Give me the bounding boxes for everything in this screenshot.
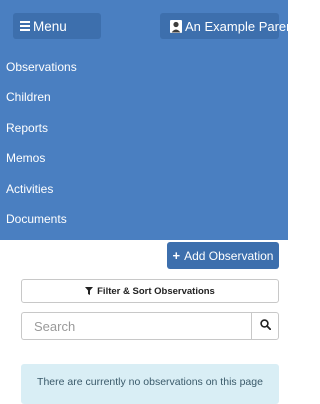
filter-sort-label: Filter & Sort Observations xyxy=(97,285,215,297)
add-observation-button[interactable]: + Add Observation xyxy=(167,242,279,269)
nav-item-observations[interactable]: Observations xyxy=(6,60,77,74)
nav-item-reports[interactable]: Reports xyxy=(6,121,48,135)
main-nav: Observations Children Reports Memos Acti… xyxy=(0,46,288,240)
empty-state-message: There are currently no observations on t… xyxy=(21,364,279,404)
filter-icon xyxy=(85,287,94,295)
search-group xyxy=(21,312,279,340)
empty-state-text: There are currently no observations on t… xyxy=(37,376,263,388)
nav-item-memos[interactable]: Memos xyxy=(6,151,45,165)
user-menu-button[interactable]: An Example Parent xyxy=(160,13,297,39)
plus-icon: + xyxy=(172,248,181,263)
hamburger-icon xyxy=(20,19,30,33)
menu-button[interactable]: Menu xyxy=(13,13,101,39)
top-navbar: Menu An Example Parent xyxy=(0,0,297,46)
user-name: An Example Parent xyxy=(185,18,298,34)
nav-item-activities[interactable]: Activities xyxy=(6,182,53,196)
search-icon xyxy=(259,317,271,335)
add-observation-label: Add Observation xyxy=(184,248,274,263)
filter-sort-button[interactable]: Filter & Sort Observations xyxy=(21,279,279,303)
nav-item-documents[interactable]: Documents xyxy=(6,212,67,226)
nav-item-children[interactable]: Children xyxy=(6,90,51,104)
menu-label: Menu xyxy=(33,18,67,34)
search-button[interactable] xyxy=(251,312,279,340)
search-input[interactable] xyxy=(21,312,251,340)
user-icon xyxy=(170,19,182,33)
